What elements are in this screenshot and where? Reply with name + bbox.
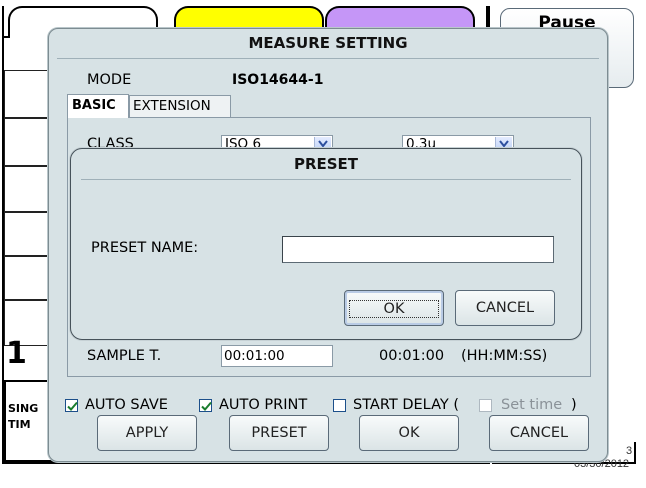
auto-print-check-box[interactable] xyxy=(199,399,212,412)
set-time-check-box[interactable] xyxy=(479,399,492,412)
left-cell xyxy=(4,256,50,300)
ok-button-label: OK xyxy=(398,425,420,441)
left-cell xyxy=(4,212,50,256)
sample-time-label: SAMPLE T. xyxy=(87,348,162,364)
preset-title-separator xyxy=(81,179,571,180)
close-paren: ) xyxy=(571,397,577,413)
preset-title: PRESET xyxy=(293,155,359,173)
sample-time-input[interactable]: 00:01:00 xyxy=(221,345,333,367)
single-text: SING xyxy=(8,402,39,415)
tab-basic-label: BASIC xyxy=(72,98,116,113)
preset-button[interactable]: PRESET xyxy=(229,415,329,451)
preset-button-label: PRESET xyxy=(251,425,307,441)
time-text: TIM xyxy=(8,418,31,431)
check-icon xyxy=(201,401,212,411)
set-time-checkbox[interactable]: Set time ) xyxy=(479,397,579,416)
start-delay-label: START DELAY ( xyxy=(353,397,459,413)
left-cell xyxy=(4,118,50,166)
cancel-button[interactable]: CANCEL xyxy=(489,415,589,451)
check-icon xyxy=(67,401,78,411)
apply-button-label: APPLY xyxy=(125,425,169,441)
auto-print-checkbox[interactable]: AUTO PRINT xyxy=(199,397,329,416)
preset-name-label: PRESET NAME: xyxy=(91,240,199,256)
mode-value: ISO14644-1 xyxy=(232,72,324,88)
cancel-button-label: CANCEL xyxy=(509,425,569,441)
title-separator xyxy=(57,58,599,59)
preset-cancel-label: CANCEL xyxy=(475,300,535,316)
start-delay-check-box[interactable] xyxy=(333,399,346,412)
set-time-label: Set time xyxy=(501,397,563,413)
auto-save-label: AUTO SAVE xyxy=(85,397,168,413)
mode-label: MODE xyxy=(87,72,132,88)
auto-save-check-box[interactable] xyxy=(65,399,78,412)
sample-time-display: 00:01:00 xyxy=(379,348,445,364)
preset-ok-label: OK xyxy=(349,300,439,318)
ok-button[interactable]: OK xyxy=(359,415,459,451)
sample-time-value: 00:01:00 xyxy=(224,348,285,364)
left-cell xyxy=(4,166,50,212)
sample-time-format: (HH:MM:SS) xyxy=(461,348,548,364)
auto-print-label: AUTO PRINT xyxy=(219,397,308,413)
preset-cancel-button[interactable]: CANCEL xyxy=(455,290,555,326)
tab-extension[interactable]: EXTENSION xyxy=(129,95,231,117)
tab-basic[interactable]: BASIC xyxy=(67,94,129,118)
preset-ok-button[interactable]: OK xyxy=(344,290,444,326)
preset-dialog: PRESET PRESET NAME: OK CANCEL xyxy=(70,148,582,340)
big-number: 1 xyxy=(6,336,27,371)
apply-button[interactable]: APPLY xyxy=(97,415,197,451)
left-cell xyxy=(4,70,50,118)
auto-save-checkbox[interactable]: AUTO SAVE xyxy=(65,397,195,416)
dialog-title: MEASURE SETTING xyxy=(248,34,408,52)
preset-name-input[interactable] xyxy=(282,236,554,263)
status-digit: 3 xyxy=(626,445,633,457)
tab-extension-label: EXTENSION xyxy=(133,98,211,114)
start-delay-checkbox[interactable]: START DELAY ( xyxy=(333,397,483,416)
